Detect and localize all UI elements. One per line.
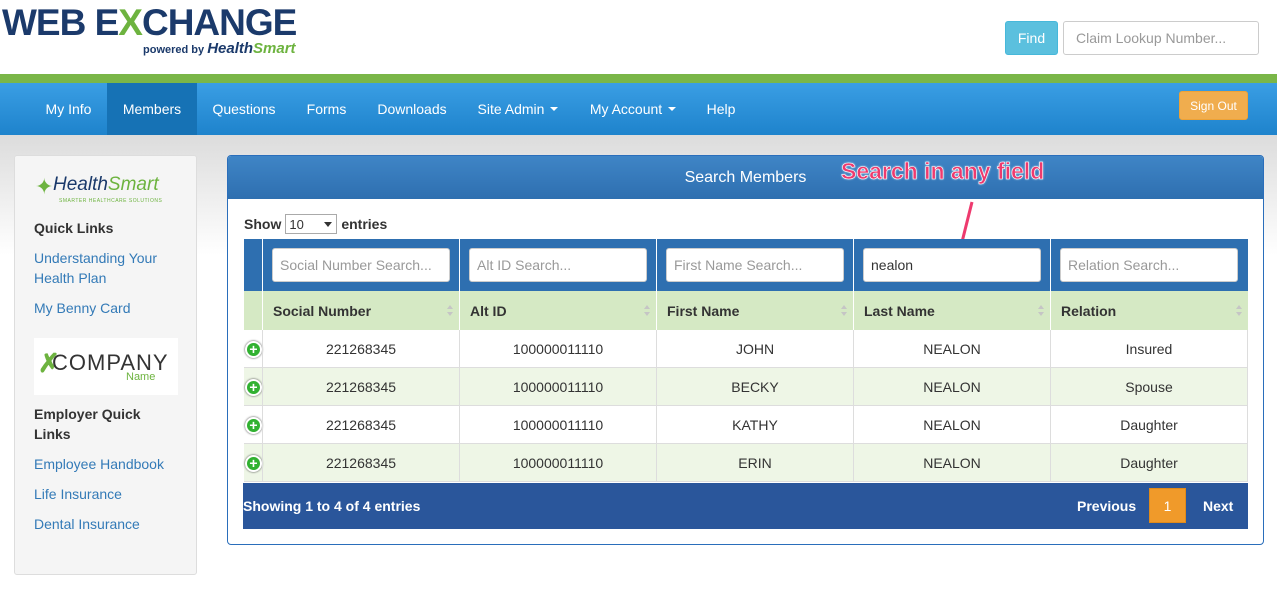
nav-site-admin[interactable]: Site Admin bbox=[462, 83, 574, 135]
find-button[interactable]: Find bbox=[1005, 21, 1058, 55]
nav-my-info[interactable]: My Info bbox=[30, 83, 107, 135]
relation-filter[interactable] bbox=[1060, 248, 1238, 282]
claim-lookup-input[interactable] bbox=[1063, 21, 1259, 55]
column-first-name[interactable]: First Name bbox=[656, 291, 853, 330]
expand-row-icon[interactable]: + bbox=[245, 341, 262, 358]
expand-row-icon[interactable]: + bbox=[245, 455, 262, 472]
brand-stripe bbox=[0, 74, 1277, 83]
cell-relation: Daughter bbox=[1050, 444, 1248, 481]
panel-header: Search Members bbox=[228, 156, 1263, 199]
table-footer: Showing 1 to 4 of 4 entries Previous 1 N… bbox=[243, 483, 1248, 529]
expand-row-icon[interactable]: + bbox=[245, 417, 262, 434]
cell-alt-id: 100000011110 bbox=[459, 330, 656, 367]
cell-last-name: NEALON bbox=[853, 406, 1050, 443]
sort-icon bbox=[841, 305, 847, 317]
page-1-button[interactable]: 1 bbox=[1149, 488, 1186, 523]
chevron-down-icon bbox=[550, 107, 559, 111]
expand-row-icon[interactable]: + bbox=[245, 379, 262, 396]
last-name-filter[interactable] bbox=[863, 248, 1041, 282]
column-social-number[interactable]: Social Number bbox=[262, 291, 459, 330]
cell-relation: Spouse bbox=[1050, 368, 1248, 405]
annotation-label: Search in any field bbox=[841, 158, 1045, 185]
employer-links-heading-line1: Employer Quick bbox=[34, 406, 141, 422]
cell-first-name: BECKY bbox=[656, 368, 853, 405]
nav-questions[interactable]: Questions bbox=[197, 83, 291, 135]
cell-first-name: ERIN bbox=[656, 444, 853, 481]
nav-members[interactable]: Members bbox=[107, 83, 197, 135]
sidebar: ✦ HealthSmart SMARTER HEALTHCARE SOLUTIO… bbox=[14, 155, 197, 575]
sort-icon bbox=[1038, 305, 1044, 317]
cell-first-name: JOHN bbox=[656, 330, 853, 367]
cell-social-number: 221268345 bbox=[262, 330, 459, 367]
panel-title: Search Members bbox=[684, 168, 807, 186]
column-alt-id[interactable]: Alt ID bbox=[459, 291, 656, 330]
cell-last-name: NEALON bbox=[853, 368, 1050, 405]
webexchange-logo: WEB EXCHANGE bbox=[2, 2, 297, 43]
sort-icon bbox=[1236, 305, 1242, 317]
cell-first-name: KATHY bbox=[656, 406, 853, 443]
cell-social-number: 221268345 bbox=[262, 444, 459, 481]
healthsmart-logo: ✦ HealthSmart SMARTER HEALTHCARE SOLUTIO… bbox=[35, 174, 163, 204]
nav-downloads[interactable]: Downloads bbox=[362, 83, 462, 135]
cell-relation: Daughter bbox=[1050, 406, 1248, 443]
next-page-button[interactable]: Next bbox=[1203, 483, 1233, 529]
entries-info: Showing 1 to 4 of 4 entries bbox=[243, 498, 421, 514]
first-name-filter[interactable] bbox=[666, 248, 844, 282]
filter-row bbox=[244, 239, 1248, 291]
cell-last-name: NEALON bbox=[853, 330, 1050, 367]
quick-links-heading: Quick Links bbox=[34, 220, 114, 236]
link-understanding-plan-line2[interactable]: Health Plan bbox=[34, 268, 106, 288]
sign-out-button[interactable]: Sign Out bbox=[1179, 91, 1248, 120]
social-number-filter[interactable] bbox=[272, 248, 450, 282]
table-row[interactable]: + 221268345 100000011110 JOHN NEALON Ins… bbox=[244, 330, 1248, 368]
link-dental-insurance[interactable]: Dental Insurance bbox=[34, 514, 140, 534]
employer-links-heading-line2: Links bbox=[34, 426, 71, 442]
cell-social-number: 221268345 bbox=[262, 406, 459, 443]
cell-alt-id: 100000011110 bbox=[459, 368, 656, 405]
chevron-down-icon bbox=[324, 221, 333, 227]
column-last-name[interactable]: Last Name bbox=[853, 291, 1050, 330]
sort-icon bbox=[447, 305, 453, 317]
header: WEB EXCHANGE powered by HealthSmart Find bbox=[0, 0, 1277, 74]
nav-help[interactable]: Help bbox=[692, 83, 750, 135]
table-row[interactable]: + 221268345 100000011110 BECKY NEALON Sp… bbox=[244, 368, 1248, 406]
nav-forms[interactable]: Forms bbox=[291, 83, 362, 135]
previous-page-button[interactable]: Previous bbox=[1077, 483, 1136, 529]
cell-last-name: NEALON bbox=[853, 444, 1050, 481]
main-nav: My Info Members Questions Forms Download… bbox=[0, 83, 1277, 135]
cell-social-number: 221268345 bbox=[262, 368, 459, 405]
nav-my-account[interactable]: My Account bbox=[574, 83, 692, 135]
table-header: Social Number Alt ID First Name Last Nam… bbox=[244, 291, 1248, 330]
page-size-control: Show 10 entries bbox=[244, 214, 388, 234]
person-figure-icon: ✦ bbox=[35, 174, 54, 199]
cell-alt-id: 100000011110 bbox=[459, 444, 656, 481]
table-row[interactable]: + 221268345 100000011110 ERIN NEALON Dau… bbox=[244, 444, 1248, 482]
link-benny-card[interactable]: My Benny Card bbox=[34, 298, 130, 318]
alt-id-filter[interactable] bbox=[469, 248, 647, 282]
page-size-select[interactable]: 10 bbox=[285, 214, 338, 234]
cell-relation: Insured bbox=[1050, 330, 1248, 367]
company-logo: ✗ COMPANY Name bbox=[34, 338, 178, 395]
column-relation[interactable]: Relation bbox=[1050, 291, 1248, 330]
powered-by-logo: powered by HealthSmart bbox=[143, 40, 296, 57]
sort-icon bbox=[644, 305, 650, 317]
link-employee-handbook[interactable]: Employee Handbook bbox=[34, 454, 164, 474]
link-life-insurance[interactable]: Life Insurance bbox=[34, 484, 122, 504]
chevron-down-icon bbox=[668, 107, 677, 111]
link-understanding-plan-line1[interactable]: Understanding Your bbox=[34, 248, 157, 268]
table-row[interactable]: + 221268345 100000011110 KATHY NEALON Da… bbox=[244, 406, 1248, 444]
cell-alt-id: 100000011110 bbox=[459, 406, 656, 443]
